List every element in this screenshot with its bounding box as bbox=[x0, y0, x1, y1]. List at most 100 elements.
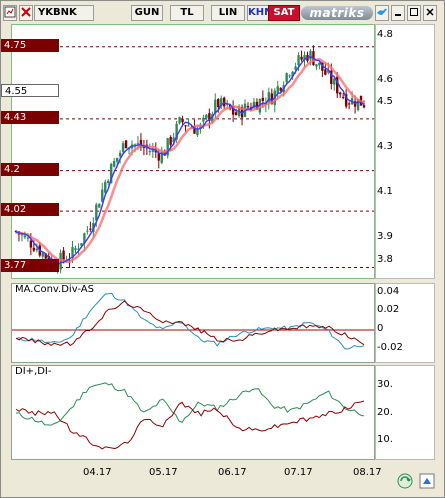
current-price-tag: 4.55 bbox=[1, 83, 59, 97]
fast-ma-line bbox=[15, 55, 365, 266]
candle-body bbox=[223, 97, 226, 107]
maximize-icon[interactable] bbox=[407, 5, 421, 21]
candle-body bbox=[95, 204, 98, 221]
candle-body bbox=[217, 99, 220, 108]
price-tick: 3.9 bbox=[377, 231, 393, 243]
candle-body bbox=[276, 86, 279, 93]
candle-body bbox=[26, 237, 30, 239]
di-title: DI+,DI- bbox=[15, 366, 52, 377]
candle-body bbox=[169, 137, 172, 145]
date-label: 06.17 bbox=[218, 467, 247, 478]
candle-body bbox=[315, 64, 318, 67]
date-label: 05.17 bbox=[149, 467, 178, 478]
bird-icon[interactable] bbox=[375, 5, 389, 21]
candle-body bbox=[261, 97, 265, 101]
candle-body bbox=[101, 189, 104, 202]
di-chart bbox=[15, 382, 365, 450]
candle-body bbox=[86, 230, 89, 232]
level-tag: 4.43 bbox=[1, 110, 59, 124]
candle-body bbox=[333, 78, 336, 85]
candle-body bbox=[32, 247, 36, 251]
candle-body bbox=[98, 203, 101, 208]
axis-tick: 0.02 bbox=[377, 304, 400, 316]
level-tag: 4.75 bbox=[1, 38, 59, 52]
candle-body bbox=[339, 92, 342, 95]
level-tag: 3.77 bbox=[1, 259, 59, 273]
candle-body bbox=[202, 117, 205, 122]
candle-body bbox=[187, 125, 190, 127]
candle-body bbox=[107, 180, 110, 183]
candle-body bbox=[341, 97, 345, 99]
candle-body bbox=[178, 117, 181, 124]
price-tick: 4.8 bbox=[377, 28, 393, 40]
di-plus-line bbox=[15, 382, 365, 426]
candle-body bbox=[136, 143, 140, 145]
candle-body bbox=[23, 235, 27, 238]
scale-button[interactable]: LIN bbox=[211, 5, 245, 21]
candle-body bbox=[362, 105, 366, 108]
candle-body bbox=[112, 161, 116, 167]
macd-title: MA.Conv.Div-AS bbox=[15, 284, 94, 295]
close-icon[interactable] bbox=[19, 5, 33, 21]
settings-icon[interactable] bbox=[419, 473, 435, 489]
close-window-icon[interactable] bbox=[423, 5, 437, 21]
candle-body bbox=[121, 143, 125, 152]
candle-body bbox=[118, 152, 122, 157]
candle-body bbox=[181, 118, 184, 123]
axis-tick: 10. bbox=[377, 434, 393, 446]
candle-body bbox=[234, 112, 238, 115]
candle-body bbox=[124, 140, 128, 149]
candle-body bbox=[300, 56, 303, 60]
candle-body bbox=[62, 250, 65, 260]
candle-body bbox=[74, 248, 77, 251]
level-tag: 4.02 bbox=[1, 203, 59, 217]
candle-body bbox=[196, 128, 199, 136]
candle-body bbox=[297, 55, 300, 66]
matriks-logo: matriks bbox=[301, 6, 373, 20]
window-menu-icon[interactable] bbox=[3, 5, 17, 21]
price-tick: 3.8 bbox=[377, 253, 393, 265]
candle-body bbox=[184, 125, 187, 127]
candle-body bbox=[324, 69, 327, 75]
candle-body bbox=[309, 50, 312, 60]
candle-body bbox=[89, 228, 92, 230]
candle-body bbox=[205, 114, 208, 119]
candle-body bbox=[104, 181, 107, 193]
axis-tick: 30. bbox=[377, 379, 393, 391]
toolbar: YKBNK GUN TL LIN KHM SAT matriks bbox=[3, 5, 440, 21]
minimize-icon[interactable] bbox=[391, 5, 405, 21]
candle-body bbox=[288, 75, 291, 77]
date-label: 08.17 bbox=[353, 467, 382, 478]
macd-line bbox=[15, 292, 365, 350]
candle-body bbox=[246, 106, 250, 108]
candle-body bbox=[148, 151, 152, 153]
date-label: 07.17 bbox=[284, 467, 313, 478]
price-tick: 4.6 bbox=[377, 73, 393, 85]
candle-body bbox=[157, 153, 160, 161]
candle-body bbox=[29, 240, 33, 248]
chart-window: YKBNK GUN TL LIN KHM SAT matriks MA.Conv… bbox=[0, 0, 445, 498]
candle-body bbox=[115, 157, 119, 162]
candle-body bbox=[347, 103, 351, 105]
price-tick: 4.3 bbox=[377, 141, 393, 153]
price-chart bbox=[12, 45, 374, 274]
symbol-field[interactable]: YKBNK bbox=[34, 5, 94, 21]
di-panel[interactable] bbox=[11, 365, 375, 460]
price-chart-panel[interactable] bbox=[11, 24, 375, 279]
candle-body bbox=[285, 73, 288, 83]
candle-body bbox=[35, 248, 39, 251]
axis-tick: 0.04 bbox=[377, 285, 400, 297]
level-tag: 4.2 bbox=[1, 162, 59, 176]
currency-button[interactable]: TL bbox=[170, 5, 204, 21]
macd-chart bbox=[12, 292, 374, 350]
refresh-icon[interactable] bbox=[397, 473, 413, 489]
axis-tick: 0 bbox=[377, 323, 384, 334]
price-tick: 4.5 bbox=[377, 96, 393, 108]
slow-ma-line bbox=[15, 57, 365, 264]
price-tick: 4.1 bbox=[377, 186, 393, 198]
period-button[interactable]: GUN bbox=[131, 5, 163, 21]
axis-tick: 20. bbox=[377, 406, 393, 418]
macd-panel[interactable] bbox=[11, 283, 375, 363]
di-minus-line bbox=[15, 400, 365, 450]
sell-button[interactable]: SAT bbox=[268, 5, 300, 21]
